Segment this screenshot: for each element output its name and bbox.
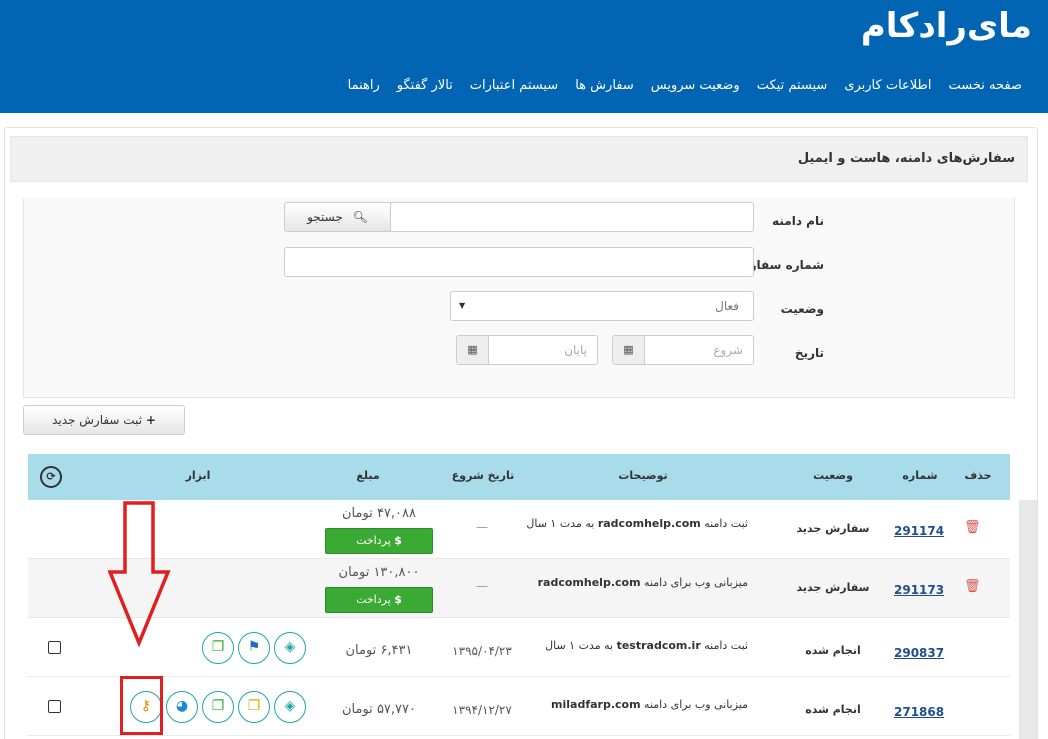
pay-label: پرداخت [356,593,391,606]
order-amount: ۴۷,۰۸۸ تومان [342,506,416,521]
start-date-placeholder: شروع [713,343,743,357]
nav-user-info[interactable]: اطلاعات کاربری [844,78,931,93]
order-number-input[interactable] [284,247,754,277]
start-date: ۱۳۹۴/۱۲/۲۷ [452,703,512,717]
row-checkbox[interactable] [48,641,61,654]
nav-ticket[interactable]: سیستم تیکت [757,78,828,93]
col-description: توضیحات [618,469,668,482]
table-scrollbar[interactable] [1019,500,1037,739]
domain-input[interactable] [390,202,754,232]
ticket-icon[interactable]: ◈ [274,632,306,664]
end-date-field[interactable]: ▦ پایان [456,335,598,365]
end-date-placeholder: پایان [564,343,587,357]
trash-icon[interactable]: 🗑︎ [964,520,981,535]
refresh-icon[interactable]: ⟳ [40,466,62,488]
col-start-date: تاریخ شروع [451,469,515,482]
col-number: شماره [902,469,938,482]
ticket-icon[interactable]: ◈ [274,691,306,723]
panel-title: سفارش‌های دامنه، هاست و ایمیل [797,151,1015,166]
table-row: 290837 انجام شده ثبت دامنه testradcom.ir… [28,618,1010,677]
search-icon: 🔍︎ [352,210,368,224]
calendar-icon: ▦ [457,336,489,364]
start-date: — [476,520,488,534]
table-header: حذف شماره وضعیت توضیحات تاریخ شروع مبلغ … [28,454,1010,500]
pay-label: پرداخت [356,534,391,547]
trash-icon[interactable]: 🗑︎ [964,579,981,594]
nav-credits[interactable]: سیستم اعتبارات [470,78,558,93]
panel-header: سفارش‌های دامنه، هاست و ایمیل [10,136,1028,182]
order-amount: ۱۳۰,۸۰۰ تومان [338,565,420,580]
order-description: ثبت دامنه testradcom.ir به مدت ۱ سال [545,639,748,652]
plus-icon: + [145,413,156,427]
order-status: سفارش جدید [796,522,870,535]
search-button[interactable]: جستجو 🔍︎ [284,202,391,232]
pay-button[interactable]: $ پرداخت [325,587,433,613]
order-status: انجام شده [805,703,861,716]
chevron-down-icon: ▼ [459,301,466,310]
upgrade-document-icon[interactable]: ❐ [238,691,270,723]
annotation-highlight-box [120,676,163,735]
dollar-icon: $ [394,593,402,606]
nav-help[interactable]: راهنما [348,78,380,93]
renew-document-icon[interactable]: ❐ [202,691,234,723]
pie-chart-icon[interactable]: ◕ [166,691,198,723]
filter-form: نام دامنه جستجو 🔍︎ شماره سفارش وضعیت فعا… [23,198,1015,398]
search-button-label: جستجو [307,210,343,224]
order-description: میزبانی وب برای دامنه radcomhelp.com [537,576,748,589]
status-select-value: فعال [715,299,739,313]
col-amount: مبلغ [356,469,380,482]
col-status: وضعیت [813,469,853,482]
start-date: ۱۳۹۵/۰۴/۲۳ [452,644,512,658]
order-number-link[interactable]: 291174 [894,524,944,538]
pay-button[interactable]: $ پرداخت [325,528,433,554]
nav-orders[interactable]: سفارش ها [575,78,634,93]
order-number-link[interactable]: 291173 [894,583,944,597]
status-select[interactable]: فعال ▼ [450,291,754,321]
order-number-link[interactable]: 271868 [894,705,944,719]
order-amount: ۵۷,۷۷۰ تومان [342,702,416,717]
new-order-button[interactable]: + ثبت سفارش جدید [23,405,185,435]
start-date: — [476,579,488,593]
main-nav: صفحه نخست اطلاعات کاربری سیستم تیکت وضعی… [331,78,1022,93]
site-logo[interactable]: مای‌رادکام [861,6,1033,46]
table-row: 🗑︎ 291173 سفارش جدید میزبانی وب برای دام… [28,559,1010,618]
table-row: 🗑︎ 291174 سفارش جدید ثبت دامنه radcomhel… [28,500,1010,559]
renew-document-icon[interactable]: ❐ [202,632,234,664]
order-description: میزبانی وب برای دامنه miladfarp.com [551,698,748,711]
annotation-arrow-icon [108,501,171,648]
calendar-icon: ▦ [613,336,645,364]
site-header: مای‌رادکام صفحه نخست اطلاعات کاربری سیست… [0,0,1048,113]
new-order-label: ثبت سفارش جدید [52,413,143,427]
col-tools: ابزار [185,469,211,482]
order-description: ثبت دامنه radcomhelp.com به مدت ۱ سال [526,517,748,530]
order-amount: ۶,۴۳۱ تومان [345,643,413,658]
nav-forum[interactable]: تالار گفتگو [397,78,453,93]
start-date-field[interactable]: ▦ شروع [612,335,754,365]
order-number-link[interactable]: 290837 [894,646,944,660]
table-row: 271868 انجام شده میزبانی وب برای دامنه m… [28,677,1010,736]
dollar-icon: $ [394,534,402,547]
row-checkbox[interactable] [48,700,61,713]
order-status: انجام شده [805,644,861,657]
nav-service-status[interactable]: وضعیت سرویس [651,78,740,93]
col-delete: حذف [964,469,992,482]
order-status: سفارش جدید [796,581,870,594]
nav-home[interactable]: صفحه نخست [949,78,1022,93]
flag-icon[interactable]: ⚑ [238,632,270,664]
